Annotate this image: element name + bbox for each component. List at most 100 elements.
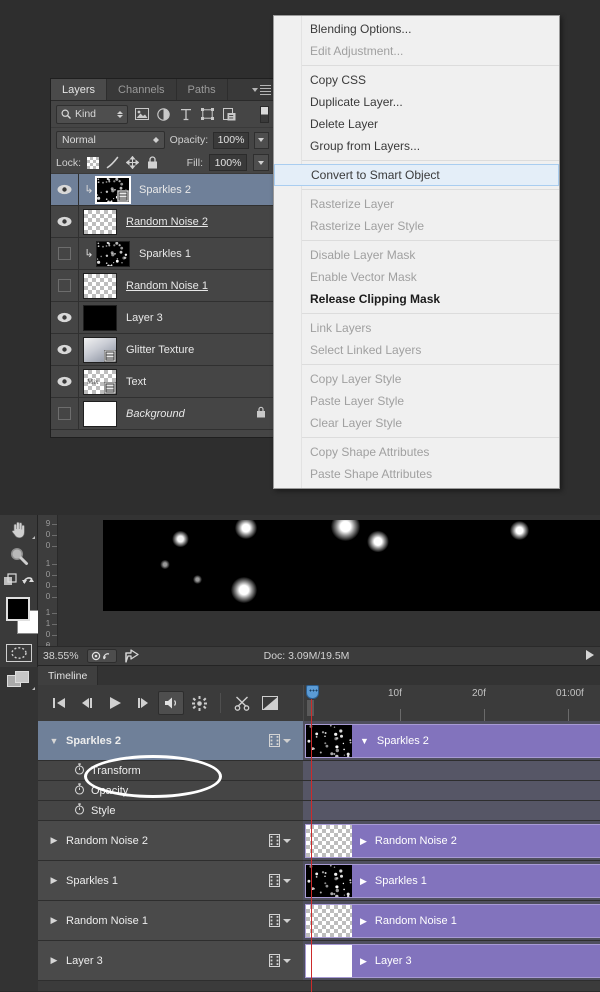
context-menu-item[interactable]: Group from Layers... bbox=[274, 135, 559, 157]
timeline-track-lane[interactable]: ▶ Layer 3 bbox=[303, 941, 600, 980]
foreground-color-swatch[interactable] bbox=[6, 597, 30, 621]
layer-visibility-toggle[interactable] bbox=[51, 366, 79, 397]
timeline-clip[interactable]: ▶ Sparkles 1 bbox=[305, 864, 600, 898]
clip-disclosure-icon[interactable]: ▼ bbox=[360, 736, 369, 746]
blend-stepper-icon[interactable] bbox=[152, 137, 159, 143]
fill-input[interactable]: 100% bbox=[209, 154, 247, 171]
timeline-track-lane[interactable]: ▶ Random Noise 2 bbox=[303, 821, 600, 860]
playhead-handle[interactable] bbox=[306, 685, 319, 699]
artboard[interactable] bbox=[103, 520, 600, 611]
clip-disclosure-icon[interactable]: ▶ bbox=[360, 836, 367, 847]
filter-kind-select[interactable]: Kind bbox=[56, 104, 128, 124]
vertical-ruler[interactable]: 900100011001 bbox=[38, 515, 58, 652]
timeline-clip[interactable]: ▶ Random Noise 2 bbox=[305, 824, 600, 858]
timeline-property-row[interactable]: Opacity bbox=[38, 781, 600, 801]
disclosure-closed-icon[interactable]: ▶ bbox=[48, 955, 60, 966]
layer-row[interactable]: Glitter Texture bbox=[51, 334, 274, 366]
timeline-track-row[interactable]: ▶ Sparkles 1 ▶ Sparkles 1 bbox=[38, 861, 600, 901]
stopwatch-icon[interactable] bbox=[74, 783, 85, 798]
transition-icon[interactable] bbox=[257, 691, 283, 715]
layer-row[interactable]: Random Noise 2 bbox=[51, 206, 274, 238]
layer-name[interactable]: Random Noise 1 bbox=[126, 280, 208, 292]
track-options-button[interactable] bbox=[269, 914, 291, 927]
layer-thumbnail[interactable] bbox=[83, 400, 117, 427]
layer-visibility-toggle[interactable] bbox=[51, 398, 79, 429]
smart-object-filter-icon[interactable] bbox=[221, 106, 238, 123]
disclosure-open-icon[interactable]: ▼ bbox=[48, 736, 60, 746]
opacity-input[interactable]: 100% bbox=[213, 131, 249, 149]
layer-thumbnail[interactable] bbox=[83, 208, 117, 235]
panel-menu-button[interactable] bbox=[248, 79, 274, 100]
timeline-track-lane[interactable]: ▶ Sparkles 1 bbox=[303, 861, 600, 900]
adjustment-filter-icon[interactable] bbox=[155, 106, 172, 123]
layer-thumbnail[interactable] bbox=[83, 272, 117, 299]
timeline-property-row[interactable]: Transform bbox=[38, 761, 600, 781]
timeline-track-row[interactable]: ▶ Random Noise 2 ▶ Random Noise 2 bbox=[38, 821, 600, 861]
layer-thumbnail[interactable]: Mix bbox=[83, 368, 117, 395]
timeline-track-row[interactable]: ▶ Random Noise 1 ▶ Random Noise 1 bbox=[38, 901, 600, 941]
layer-row[interactable]: ↳ Sparkles 1 bbox=[51, 238, 274, 270]
filter-toggle-switch[interactable] bbox=[260, 105, 269, 123]
go-to-first-frame-icon[interactable] bbox=[46, 691, 72, 715]
split-at-playhead-icon[interactable] bbox=[229, 691, 255, 715]
timeline-track-lane[interactable]: ▶ Random Noise 1 bbox=[303, 901, 600, 940]
timeline-property-lane[interactable] bbox=[303, 761, 600, 780]
track-options-button[interactable] bbox=[269, 874, 291, 887]
timeline-clip[interactable]: ▶ Layer 3 bbox=[305, 944, 600, 978]
timeline-property-header[interactable]: Opacity bbox=[38, 781, 303, 800]
kind-stepper-icon[interactable] bbox=[117, 110, 123, 118]
tab-timeline[interactable]: Timeline bbox=[38, 666, 99, 685]
layer-row[interactable]: Mix Text bbox=[51, 366, 274, 398]
context-menu-item[interactable]: Copy CSS bbox=[274, 69, 559, 91]
timeline-property-lane[interactable] bbox=[303, 781, 600, 800]
layer-name[interactable]: Random Noise 2 bbox=[126, 216, 208, 228]
canvas-area[interactable] bbox=[58, 515, 600, 646]
timeline-property-lane[interactable] bbox=[303, 801, 600, 820]
layer-name[interactable]: Background bbox=[126, 408, 185, 420]
layer-visibility-toggle[interactable] bbox=[51, 302, 79, 333]
timeline-track-header[interactable]: ▶ Random Noise 2 bbox=[38, 821, 303, 860]
timeline-track-header[interactable]: ▶ Sparkles 1 bbox=[38, 861, 303, 900]
settings-gear-icon[interactable] bbox=[186, 691, 598, 721]
blend-mode-select[interactable]: Normal bbox=[56, 131, 165, 149]
quick-mask-icon[interactable] bbox=[0, 639, 38, 666]
disclosure-closed-icon[interactable]: ▶ bbox=[48, 835, 60, 846]
timeline-track-row[interactable]: ▶ Layer 3 ▶ Layer 3 bbox=[38, 941, 600, 981]
timeline-clip[interactable]: ▶ Random Noise 1 bbox=[305, 904, 600, 938]
tab-channels[interactable]: Channels bbox=[107, 79, 177, 100]
timeline-property-header[interactable]: Style bbox=[38, 801, 303, 820]
context-menu-item[interactable]: Delete Layer bbox=[274, 113, 559, 135]
track-options-button[interactable] bbox=[269, 954, 291, 967]
layer-visibility-toggle[interactable] bbox=[51, 270, 79, 301]
timeline-track-header[interactable]: ▶ Layer 3 bbox=[38, 941, 303, 980]
layer-thumbnail[interactable] bbox=[95, 175, 131, 204]
layer-thumbnail[interactable] bbox=[83, 336, 117, 363]
fill-dropdown-button[interactable] bbox=[253, 154, 269, 171]
screen-mode-icon[interactable] bbox=[0, 666, 38, 693]
clip-disclosure-icon[interactable]: ▶ bbox=[360, 876, 367, 887]
timeline-track-header[interactable]: ▼ Sparkles 2 bbox=[38, 721, 303, 760]
layer-visibility-toggle[interactable] bbox=[51, 334, 79, 365]
clip-disclosure-icon[interactable]: ▶ bbox=[360, 916, 367, 927]
lock-transparent-pixels-icon[interactable] bbox=[87, 156, 100, 169]
stopwatch-icon[interactable] bbox=[74, 803, 85, 818]
tab-paths[interactable]: Paths bbox=[176, 79, 228, 100]
layer-name[interactable]: Sparkles 1 bbox=[139, 248, 191, 260]
context-menu-item[interactable]: Blending Options... bbox=[274, 18, 559, 40]
layer-name[interactable]: Sparkles 2 bbox=[139, 184, 191, 196]
play-icon[interactable] bbox=[102, 691, 128, 715]
layer-visibility-toggle[interactable] bbox=[51, 174, 79, 205]
preview-toggle-icon[interactable] bbox=[86, 649, 117, 663]
hand-tool-icon[interactable] bbox=[0, 515, 38, 542]
context-menu-item[interactable]: Duplicate Layer... bbox=[274, 91, 559, 113]
layer-row[interactable]: Background bbox=[51, 398, 274, 430]
timeline-property-header[interactable]: Transform bbox=[38, 761, 303, 780]
layer-row[interactable]: Layer 3 bbox=[51, 302, 274, 334]
timeline-track-row[interactable]: ▼ Sparkles 2 ▼ Sparkles 2 bbox=[38, 721, 600, 761]
timeline-property-row[interactable]: Style bbox=[38, 801, 600, 821]
track-options-button[interactable] bbox=[269, 834, 291, 847]
layer-name[interactable]: Glitter Texture bbox=[126, 344, 194, 356]
type-filter-icon[interactable] bbox=[177, 106, 194, 123]
timeline-clip[interactable]: ▼ Sparkles 2 bbox=[305, 724, 600, 758]
timeline-track-header[interactable]: ▶ Random Noise 1 bbox=[38, 901, 303, 940]
